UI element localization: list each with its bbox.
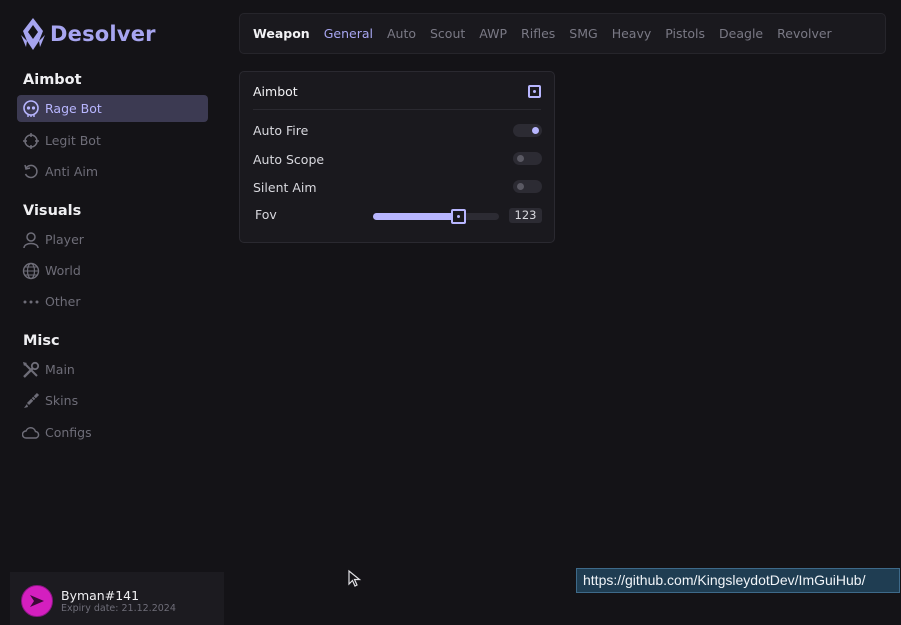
silent-aim-label: Silent Aim [253, 180, 317, 195]
dots-icon [22, 293, 40, 311]
sidebar-item-anti-aim[interactable]: Anti Aim [17, 158, 208, 185]
sidebar-item-skins[interactable]: Skins [17, 387, 208, 414]
cloud-icon [22, 424, 40, 442]
logo: Desolver [20, 17, 156, 51]
desolver-logo-icon [21, 18, 45, 50]
sidebar-item-label: Other [45, 294, 81, 309]
sidebar-item-player[interactable]: Player [17, 226, 208, 253]
tab-smg[interactable]: SMG [569, 26, 597, 41]
auto-scope-label: Auto Scope [253, 152, 325, 167]
sidebar-item-label: Rage Bot [45, 101, 102, 116]
section-title-aimbot: Aimbot [23, 72, 82, 88]
user-expiry: Expiry date: 21.12.2024 [61, 603, 176, 614]
auto-fire-toggle[interactable] [513, 124, 542, 137]
sidebar-item-label: World [45, 263, 81, 278]
tab-deagle[interactable]: Deagle [719, 26, 763, 41]
panel-divider [253, 109, 541, 110]
user-panel: Byman#141 Expiry date: 21.12.2024 [10, 572, 224, 625]
sidebar-item-label: Skins [45, 393, 79, 408]
fov-slider[interactable] [373, 209, 499, 224]
panel-enable-checkbox-icon[interactable] [528, 85, 541, 98]
sidebar-item-configs[interactable]: Configs [17, 419, 208, 446]
sidebar-item-label: Configs [45, 425, 92, 440]
tab-scout[interactable]: Scout [430, 26, 465, 41]
fov-slider-fill [373, 213, 458, 220]
user-name: Byman#141 [61, 588, 140, 603]
fov-value[interactable]: 123 [509, 208, 542, 223]
sidebar-item-label: Anti Aim [45, 164, 99, 179]
section-title-visuals: Visuals [23, 203, 82, 219]
tab-rifles[interactable]: Rifles [521, 26, 555, 41]
sidebar-item-label: Legit Bot [45, 133, 101, 148]
skull-icon [22, 99, 40, 118]
avatar-glyph-icon [30, 595, 44, 607]
tab-revolver[interactable]: Revolver [777, 26, 832, 41]
url-tooltip: https://github.com/KingsleydotDev/ImGuiH… [576, 568, 900, 593]
rotate-icon [22, 163, 40, 181]
weapon-tab-bar: Weapon General Auto Scout AWP Rifles SMG… [239, 13, 886, 54]
tab-awp[interactable]: AWP [479, 26, 507, 41]
silent-aim-toggle[interactable] [513, 180, 542, 193]
sidebar-item-rage-bot[interactable]: Rage Bot [17, 95, 208, 122]
fov-slider-handle[interactable] [451, 209, 466, 224]
sidebar-item-label: Main [45, 362, 75, 377]
sidebar-item-world[interactable]: World [17, 257, 208, 284]
tab-heavy[interactable]: Heavy [612, 26, 652, 41]
panel-title: Aimbot [253, 84, 298, 99]
person-icon [22, 231, 40, 249]
crosshair-icon [22, 132, 40, 150]
tab-general[interactable]: General [324, 26, 373, 41]
globe-icon [22, 262, 40, 280]
tab-auto[interactable]: Auto [387, 26, 416, 41]
brand-name: Desolver [50, 22, 156, 46]
sidebar: Desolver Aimbot Rage Bot Legit Bot Anti … [0, 0, 224, 625]
section-title-misc: Misc [23, 333, 60, 349]
avatar[interactable] [21, 585, 53, 617]
aimbot-panel: Aimbot Auto Fire Auto Scope Silent Aim F… [239, 71, 555, 243]
tab-pistols[interactable]: Pistols [665, 26, 705, 41]
sidebar-item-label: Player [45, 232, 84, 247]
sidebar-item-legit-bot[interactable]: Legit Bot [17, 127, 208, 154]
brush-icon [22, 392, 40, 410]
fov-label: Fov [255, 207, 277, 222]
auto-fire-label: Auto Fire [253, 123, 309, 138]
tab-bar-heading: Weapon [253, 26, 310, 41]
mouse-cursor-icon [348, 569, 362, 587]
auto-scope-toggle[interactable] [513, 152, 542, 165]
sidebar-item-main[interactable]: Main [17, 356, 208, 383]
tools-icon [22, 361, 40, 379]
sidebar-item-other[interactable]: Other [17, 288, 208, 315]
